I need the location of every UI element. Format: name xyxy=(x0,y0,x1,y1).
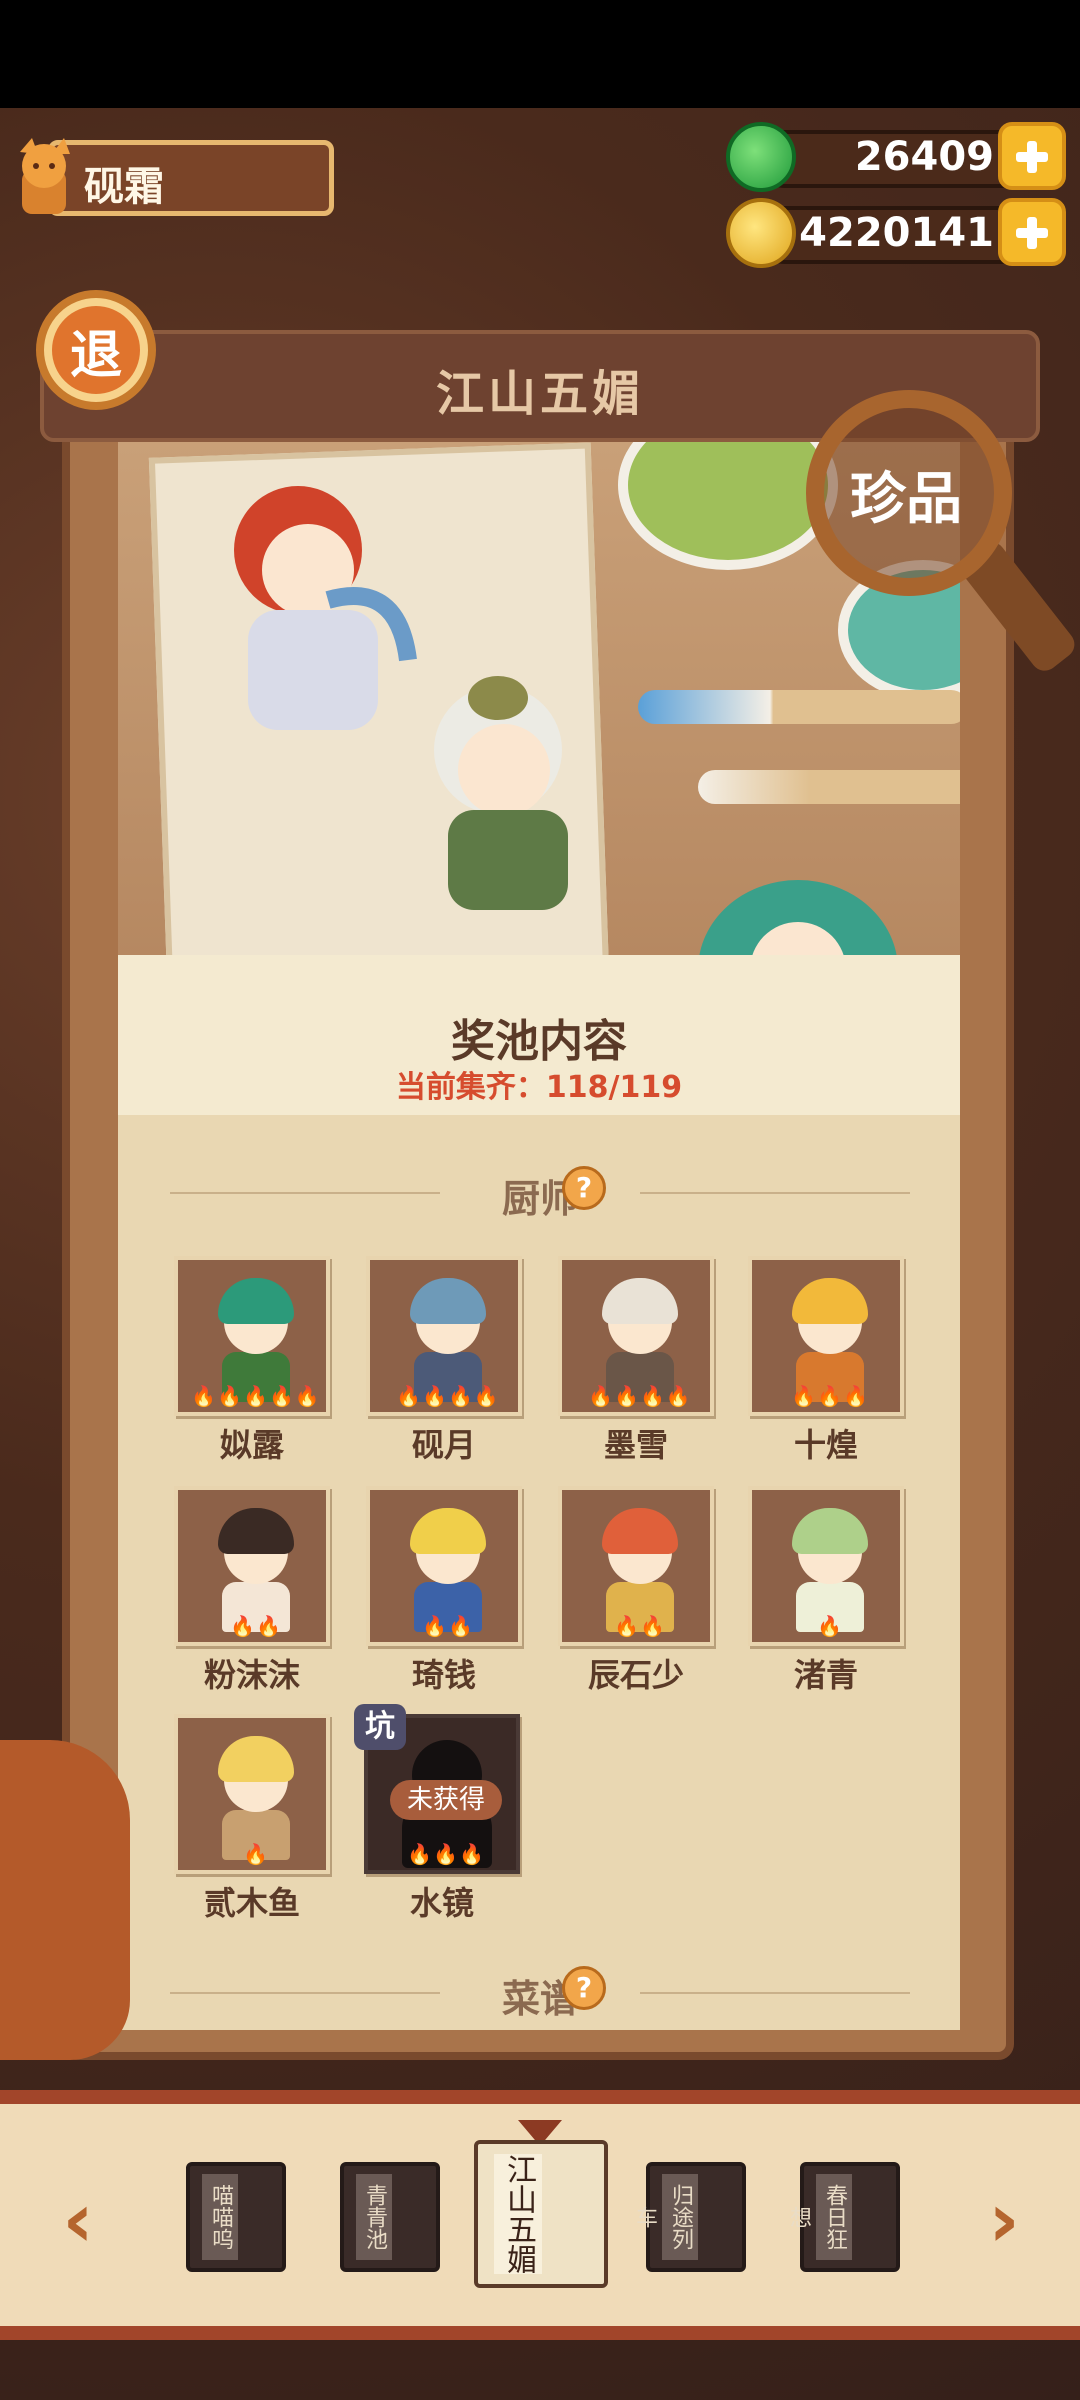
chef-rarity-flames: 🔥🔥🔥🔥 xyxy=(588,1384,692,1408)
chef-hair xyxy=(410,1508,486,1554)
add-jade-button[interactable] xyxy=(998,122,1066,190)
chef-portrait: 🔥🔥🔥 xyxy=(748,1256,904,1416)
pool-book-3[interactable]: 归途列车 xyxy=(632,2162,746,2272)
pool-title: 奖池内容 xyxy=(451,1016,627,1067)
next-arrow-button[interactable]: › xyxy=(974,2180,1034,2260)
chef-name: 渚青 xyxy=(793,1656,858,1694)
book-title: 青青池 xyxy=(356,2174,392,2260)
gold-currency: 4220141 xyxy=(726,198,1066,270)
chef-portrait: 🔥 xyxy=(748,1486,904,1646)
exit-label: 退 xyxy=(69,325,122,386)
pool-progress: 当前集齐：118/119 xyxy=(395,1070,683,1105)
chef-name: 砚月 xyxy=(411,1426,476,1464)
chef-name: 姒露 xyxy=(219,1426,284,1464)
chef-rarity-flames: 🔥 xyxy=(243,1842,269,1866)
book-title: 江山五媚 xyxy=(494,2154,542,2274)
chef-illustration-white xyxy=(434,676,568,910)
chef-card[interactable]: 🔥🔥🔥 十煌 xyxy=(748,1256,908,1476)
gold-coin-icon xyxy=(726,198,796,268)
chef-rarity-flames: 🔥🔥🔥 xyxy=(407,1842,485,1866)
pit-badge: 坑 xyxy=(354,1704,406,1750)
chef-hair xyxy=(218,1508,294,1554)
chef-card[interactable]: 🔥🔥🔥🔥 砚月 xyxy=(366,1256,526,1476)
chef-card[interactable]: 🔥 贰木鱼 xyxy=(174,1714,334,1934)
chef-portrait: 🔥🔥 xyxy=(366,1486,522,1646)
recipes-help-icon[interactable]: ? xyxy=(562,1966,606,2010)
chef-rarity-flames: 🔥 xyxy=(817,1614,843,1638)
book-title: 春日狂想 xyxy=(786,2174,852,2260)
paint-brush xyxy=(638,690,960,724)
chef-card-locked[interactable]: 未获得 🔥🔥🔥 坑 水镜 xyxy=(354,1704,524,1934)
chef-hair xyxy=(218,1736,294,1782)
chef-rarity-flames: 🔥🔥 xyxy=(230,1614,282,1638)
pool-book-2-selected[interactable]: 江山五媚 xyxy=(474,2140,608,2288)
exit-inner: 退 xyxy=(52,306,140,394)
pool-book-4[interactable]: 春日狂想 xyxy=(786,2162,900,2272)
rare-items-button[interactable]: 珍品 xyxy=(806,390,1080,677)
pool-book-0[interactable]: 喵喵呜 xyxy=(186,2162,286,2272)
exit-button[interactable]: 退 xyxy=(36,290,158,420)
chef-card[interactable]: 🔥 渚青 xyxy=(748,1486,908,1706)
chef-portrait: 🔥 xyxy=(174,1714,330,1874)
chef-rarity-flames: 🔥🔥🔥🔥 xyxy=(396,1384,500,1408)
brush-decoration xyxy=(0,1740,130,2060)
player-avatar-icon xyxy=(20,138,70,214)
chefs-section-label: 厨师 xyxy=(170,1168,910,1223)
chef-rarity-flames: 🔥🔥🔥 xyxy=(791,1384,869,1408)
chef-hair xyxy=(218,1278,294,1324)
jade-amount: 26409 xyxy=(854,134,994,180)
chef-name: 琦钱 xyxy=(411,1656,476,1694)
jade-currency: 26409 xyxy=(726,122,1066,194)
chefs-section-header: 厨师 ? xyxy=(170,1162,910,1222)
chef-hair xyxy=(792,1508,868,1554)
chef-portrait: 🔥🔥🔥🔥 xyxy=(558,1256,714,1416)
gold-amount: 4220141 xyxy=(799,210,994,256)
prev-arrow-button[interactable]: ‹ xyxy=(48,2180,108,2260)
chef-portrait: 🔥🔥🔥🔥🔥 xyxy=(174,1256,330,1416)
pool-book-1[interactable]: 青青池 xyxy=(340,2162,440,2272)
chef-name: 贰木鱼 xyxy=(203,1884,300,1922)
add-gold-button[interactable] xyxy=(998,198,1066,266)
chef-hair xyxy=(410,1278,486,1324)
recipes-section-header: 菜谱 ? xyxy=(170,1962,910,2022)
chef-name: 水镜 xyxy=(409,1884,474,1922)
chefs-help-icon[interactable]: ? xyxy=(562,1166,606,1210)
chef-name: 墨雪 xyxy=(603,1426,668,1464)
book-title: 归途列车 xyxy=(632,2174,698,2260)
status-bar xyxy=(0,0,1080,108)
chef-portrait: 🔥🔥 xyxy=(174,1486,330,1646)
player-name-plate[interactable]: 砚霜 xyxy=(8,136,338,220)
recipes-section-label: 菜谱 xyxy=(170,1968,910,2023)
chef-portrait: 🔥🔥🔥🔥 xyxy=(366,1256,522,1416)
chef-name: 十煌 xyxy=(793,1426,858,1464)
jade-coin-icon xyxy=(726,122,796,192)
chef-card[interactable]: 🔥🔥 琦钱 xyxy=(366,1486,526,1706)
paint-bowl xyxy=(618,440,838,570)
not-obtained-label: 未获得 xyxy=(390,1780,502,1820)
rare-items-label: 珍品 xyxy=(850,467,962,532)
chef-name: 粉沫沫 xyxy=(203,1656,300,1694)
chef-card[interactable]: 🔥🔥🔥🔥🔥 姒露 xyxy=(174,1256,334,1476)
chef-name: 辰石少 xyxy=(587,1656,684,1694)
chef-portrait: 🔥🔥 xyxy=(558,1486,714,1646)
chef-rarity-flames: 🔥🔥🔥🔥🔥 xyxy=(191,1384,321,1408)
chef-hair xyxy=(602,1508,678,1554)
player-name: 砚霜 xyxy=(84,164,164,210)
chef-hair xyxy=(602,1278,678,1324)
chef-rarity-flames: 🔥🔥 xyxy=(422,1614,474,1638)
chef-card[interactable]: 🔥🔥🔥🔥 墨雪 xyxy=(558,1256,718,1476)
chef-card[interactable]: 🔥🔥 辰石少 xyxy=(558,1486,718,1706)
chef-hair xyxy=(792,1278,868,1324)
book-title: 喵喵呜 xyxy=(202,2174,238,2260)
paint-brush xyxy=(698,770,960,804)
chef-rarity-flames: 🔥🔥 xyxy=(614,1614,666,1638)
chef-card[interactable]: 🔥🔥 粉沫沫 xyxy=(174,1486,334,1706)
